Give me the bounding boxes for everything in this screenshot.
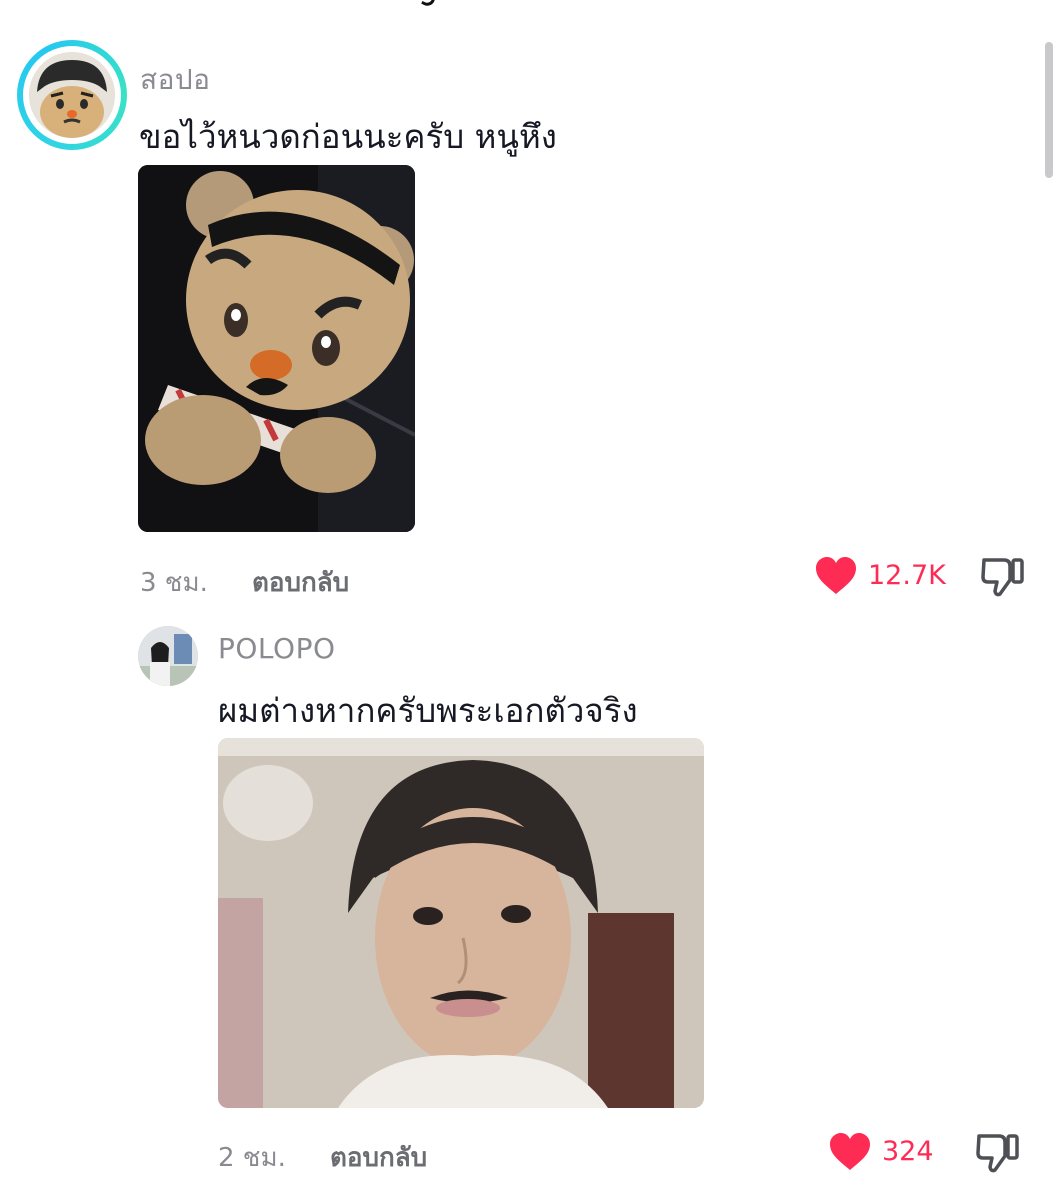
comment-username[interactable]: POLOPO bbox=[218, 632, 336, 665]
avatar-story-ring[interactable] bbox=[17, 40, 127, 150]
reply-button[interactable]: ตอบกลับ bbox=[330, 1137, 427, 1178]
comment-timestamp: 3 ชม. bbox=[140, 568, 208, 598]
like-button[interactable] bbox=[814, 556, 858, 600]
avatar bbox=[29, 52, 115, 138]
dislike-button[interactable] bbox=[975, 1132, 1021, 1178]
comment-timestamp: 2 ชม. bbox=[218, 1143, 286, 1173]
reply-button[interactable]: ตอบกลับ bbox=[252, 562, 349, 603]
scrollbar[interactable] bbox=[1045, 42, 1053, 178]
heart-icon bbox=[816, 557, 856, 594]
heart-icon bbox=[830, 1133, 870, 1170]
thumbs-down-icon bbox=[981, 558, 1024, 597]
thumbs-down-icon bbox=[976, 1134, 1019, 1173]
comment-text: ขอไว้หนวดก่อนนะครับ หนูหึง bbox=[139, 117, 557, 156]
comment-username[interactable]: สอปอ bbox=[140, 58, 211, 102]
like-count: 12.7K bbox=[868, 560, 946, 591]
like-count: 324 bbox=[882, 1136, 934, 1167]
avatar[interactable] bbox=[138, 626, 198, 686]
like-button[interactable] bbox=[828, 1132, 872, 1176]
dislike-button[interactable] bbox=[980, 556, 1026, 602]
comment-image-bear[interactable] bbox=[138, 165, 415, 532]
top-text-fragment bbox=[421, 0, 440, 9]
comment-image-person[interactable] bbox=[218, 738, 704, 1108]
comment-text: ผมต่างหากครับพระเอกตัวจริง bbox=[218, 691, 638, 730]
